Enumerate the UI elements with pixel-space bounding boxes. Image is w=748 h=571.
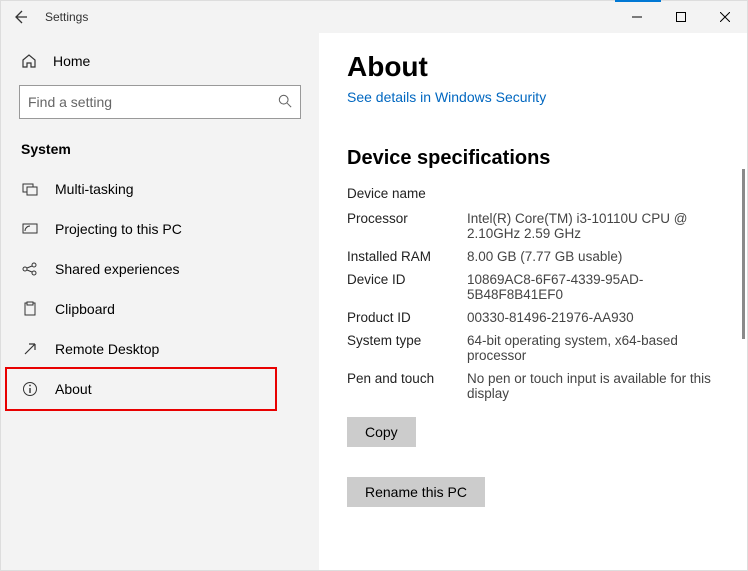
spec-value: 10869AC8-6F67-4339-95AD-5B48F8B41EF0 xyxy=(467,272,735,302)
search-icon xyxy=(278,94,292,111)
settings-window: Settings Home Find a setting xyxy=(0,0,748,571)
spec-label: Installed RAM xyxy=(347,249,467,264)
spec-value: 64-bit operating system, x64-based proce… xyxy=(467,333,735,363)
sidebar-item-label: About xyxy=(55,381,92,397)
sidebar-item-label: Projecting to this PC xyxy=(55,221,182,237)
maximize-icon xyxy=(676,12,686,22)
sidebar-item-about[interactable]: About xyxy=(1,369,319,409)
security-link[interactable]: See details in Windows Security xyxy=(347,89,546,105)
remote-desktop-icon xyxy=(21,341,39,357)
sidebar-item-multitasking[interactable]: Multi-tasking xyxy=(1,169,319,209)
spec-row: System type 64-bit operating system, x64… xyxy=(347,329,735,367)
sidebar-item-label: Remote Desktop xyxy=(55,341,159,357)
sidebar-item-label: Clipboard xyxy=(55,301,115,317)
spec-label: Processor xyxy=(347,211,467,241)
spec-row: Processor Intel(R) Core(TM) i3-10110U CP… xyxy=(347,207,735,245)
spec-row: Installed RAM 8.00 GB (7.77 GB usable) xyxy=(347,245,735,268)
projecting-icon xyxy=(21,221,39,237)
close-button[interactable] xyxy=(703,1,747,33)
close-icon xyxy=(720,12,730,22)
sidebar-list: Multi-tasking Projecting to this PC Shar… xyxy=(1,169,319,409)
sidebar-item-shared-experiences[interactable]: Shared experiences xyxy=(1,249,319,289)
multitasking-icon xyxy=(21,181,39,197)
spec-row: Pen and touch No pen or touch input is a… xyxy=(347,367,735,405)
titlebar: Settings xyxy=(1,1,747,33)
sidebar-home-label: Home xyxy=(53,53,90,69)
main-content: About See details in Windows Security De… xyxy=(319,33,747,570)
sidebar-item-label: Shared experiences xyxy=(55,261,180,277)
sidebar-home[interactable]: Home xyxy=(1,45,319,79)
spec-label: Device ID xyxy=(347,272,467,302)
clipboard-icon xyxy=(21,301,39,317)
arrow-left-icon xyxy=(13,9,29,25)
shared-experiences-icon xyxy=(21,261,39,277)
page-title: About xyxy=(347,51,735,83)
spec-label: Pen and touch xyxy=(347,371,467,401)
sidebar-item-projecting[interactable]: Projecting to this PC xyxy=(1,209,319,249)
spec-row: Product ID 00330-81496-21976-AA930 xyxy=(347,306,735,329)
rename-pc-button[interactable]: Rename this PC xyxy=(347,477,485,507)
search-placeholder: Find a setting xyxy=(28,94,278,110)
sidebar-item-remote-desktop[interactable]: Remote Desktop xyxy=(1,329,319,369)
back-button[interactable] xyxy=(1,1,41,33)
sidebar-item-label: Multi-tasking xyxy=(55,181,134,197)
spec-row: Device ID 10869AC8-6F67-4339-95AD-5B48F8… xyxy=(347,268,735,306)
spec-label: Product ID xyxy=(347,310,467,325)
minimize-button[interactable] xyxy=(615,1,659,33)
scrollbar[interactable] xyxy=(742,169,745,339)
window-title: Settings xyxy=(41,10,615,24)
maximize-button[interactable] xyxy=(659,1,703,33)
spec-value: No pen or touch input is available for t… xyxy=(467,371,735,401)
minimize-icon xyxy=(632,12,642,22)
sidebar-heading: System xyxy=(1,135,319,169)
spec-value: 8.00 GB (7.77 GB usable) xyxy=(467,249,735,264)
spec-heading: Device specifications xyxy=(347,147,735,170)
spec-label: System type xyxy=(347,333,467,363)
sidebar-item-clipboard[interactable]: Clipboard xyxy=(1,289,319,329)
device-name-label: Device name xyxy=(347,186,467,201)
home-icon xyxy=(21,53,37,69)
info-icon xyxy=(21,381,39,397)
copy-button[interactable]: Copy xyxy=(347,417,416,447)
spec-value: 00330-81496-21976-AA930 xyxy=(467,310,735,325)
spec-value: Intel(R) Core(TM) i3-10110U CPU @ 2.10GH… xyxy=(467,211,735,241)
search-input[interactable]: Find a setting xyxy=(19,85,301,119)
sidebar: Home Find a setting System Multi-tasking xyxy=(1,33,319,570)
